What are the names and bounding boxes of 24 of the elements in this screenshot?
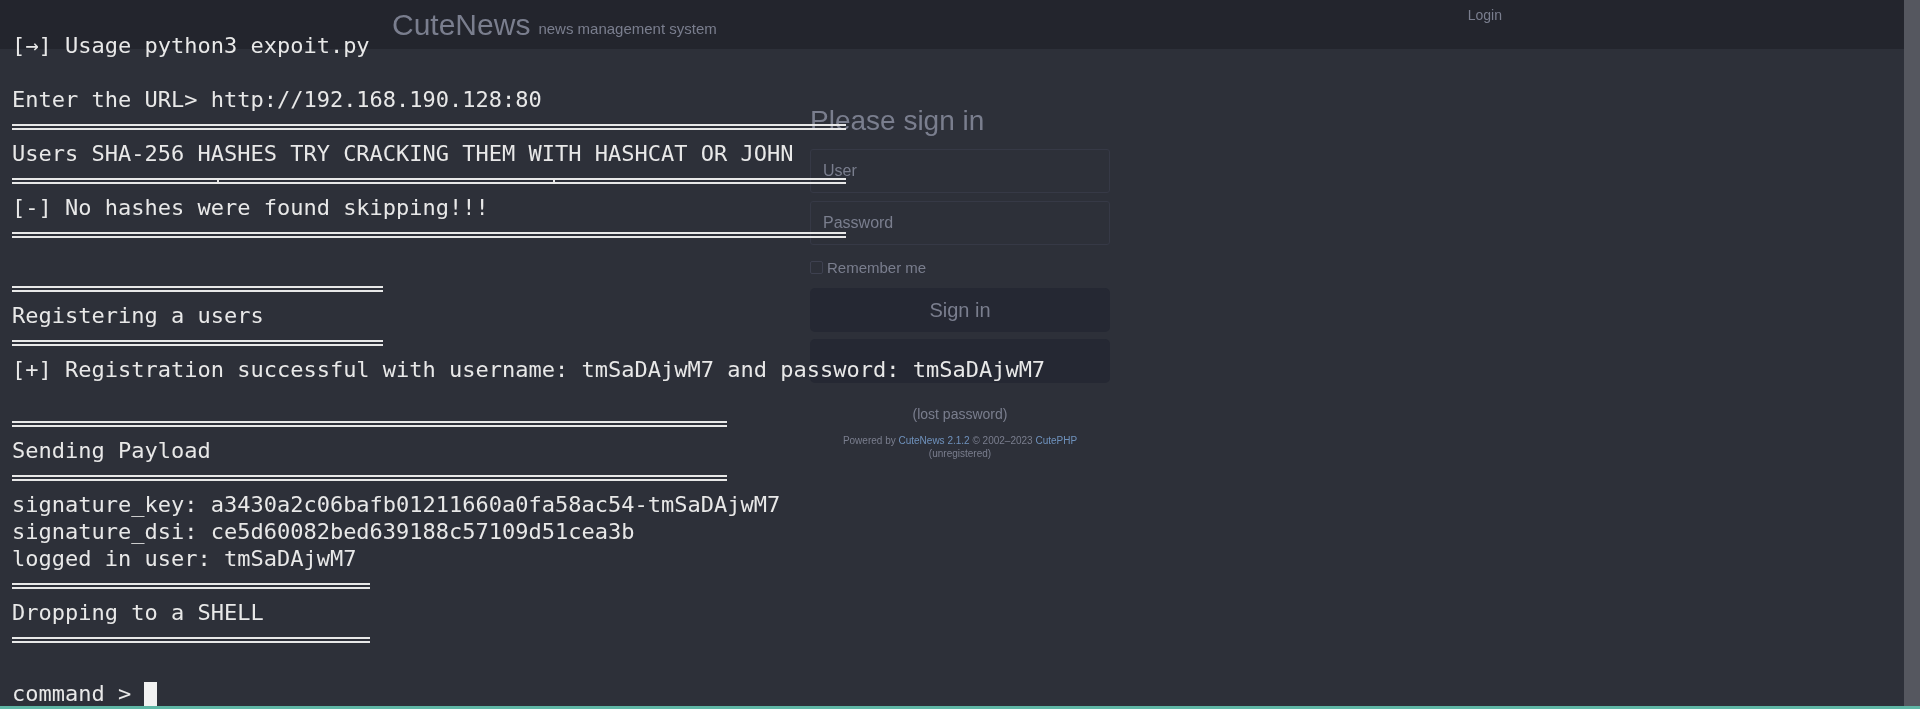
user-field[interactable]: User — [810, 149, 1110, 193]
tagline: news management system — [538, 20, 717, 37]
terminal-line: [-] No hashes were found skipping!!! — [12, 194, 489, 221]
login-link[interactable]: Login — [1467, 6, 1502, 23]
terminal-line: Users SHA-256 HASHES TRY CRACKING THEM WITH HASHCAT OR JOHN — [12, 140, 794, 167]
text-cursor — [144, 681, 158, 706]
terminal-line: Registering a users — [12, 302, 264, 329]
terminal-line: signature_dsi: ce5d60082bed639188c57109d51cea3b — [12, 518, 635, 545]
terminal-line: Sending Payload — [12, 437, 211, 464]
terminal-line: [+] Registration successful with username: tmSaDAjwM7 and password: tmSaDAjwM7 — [12, 356, 1046, 383]
password-field[interactable]: Password — [810, 201, 1110, 245]
terminal-line: logged in user: tmSaDAjwM7 — [12, 545, 357, 572]
lost-password-link[interactable]: (lost password) — [912, 406, 1008, 422]
command-prompt: command > — [12, 680, 132, 706]
scrollbar[interactable] — [1904, 0, 1920, 706]
terminal-line: [→] Usage python3 expoit.py — [12, 32, 370, 59]
remember-label: Remember me — [827, 259, 927, 276]
sign-in-button[interactable]: Sign in — [810, 288, 1110, 332]
terminal-line: Dropping to a SHELL — [12, 599, 264, 626]
powered-by-text: Powered by CuteNews 2.1.2 © 2002–2023 CutePHP — [841, 434, 1079, 447]
terminal-line: Enter the URL> http://192.168.190.128:80 — [12, 86, 542, 113]
terminal-line: signature_key: a3430a2c06bafb01211660a0fa58ac54-tmSaDAjwM7 — [12, 491, 781, 518]
license-note: (unregistered) — [927, 447, 993, 460]
brand-name: CuteNews — [392, 7, 531, 42]
